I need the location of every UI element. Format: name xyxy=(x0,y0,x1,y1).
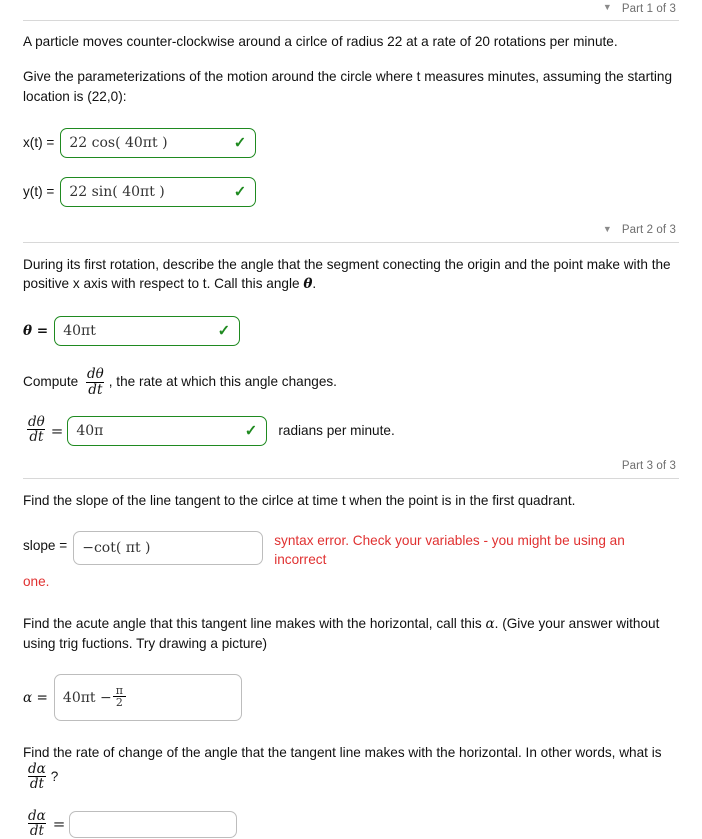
part-1-header[interactable]: ▼ Part 1 of 3 xyxy=(23,0,679,17)
dtheta-answer-row: dθ dt = 40π ✓ radians per minute. xyxy=(23,415,679,446)
theta-field-label: θ = xyxy=(23,323,49,340)
dtheta-dt-fraction: dθ dt xyxy=(26,415,47,444)
compute-prefix: Compute xyxy=(23,374,79,390)
fraction-denominator: dt xyxy=(27,775,46,792)
alpha-prompt: Find the acute angle that this tangent l… xyxy=(23,614,679,654)
fraction-numerator: dθ xyxy=(86,366,104,383)
dalpha-answer-row: dα dt = xyxy=(23,809,679,839)
dalpha-dt-label: dα dt = xyxy=(23,809,67,839)
theta-input-value: 40πt xyxy=(63,323,96,340)
slope-error-message-continued: one. xyxy=(23,574,50,590)
dtheta-dt-fraction-inline: dθ dt xyxy=(85,366,106,398)
alpha-field-label: α = xyxy=(23,689,48,706)
chevron-down-icon[interactable]: ▼ xyxy=(603,224,612,234)
dalpha-input[interactable] xyxy=(69,810,238,838)
part-3-label: Part 3 of 3 xyxy=(621,460,676,473)
part-1-divider xyxy=(23,20,679,21)
problem-intro: A particle moves counter-clockwise aroun… xyxy=(23,34,618,49)
fraction-numerator: dα xyxy=(28,807,46,824)
theta-input[interactable]: 40πt ✓ xyxy=(54,316,241,347)
exercise-page: ▼ Part 1 of 3 A particle moves counter-c… xyxy=(0,0,702,839)
alpha-answer-row: α = 40πt − π 2 xyxy=(23,674,679,722)
chevron-down-icon[interactable]: ▼ xyxy=(603,3,612,12)
x-input[interactable]: 22 cos( 40πt ) ✓ xyxy=(60,127,257,158)
slope-field-label: slope = xyxy=(23,537,68,553)
x-input-value: 22 cos( 40πt ) xyxy=(69,134,168,151)
alpha-prompt-text: Find the acute angle that this tangent l… xyxy=(23,615,482,631)
angle-prompt-period: . xyxy=(312,276,317,292)
alpha-input-value: 40πt − π 2 xyxy=(62,683,127,710)
check-icon: ✓ xyxy=(244,422,258,440)
pi-over-2-fraction: π2 xyxy=(112,683,126,709)
compute-suffix: , the rate at which this angle changes. xyxy=(108,374,337,390)
check-icon: ✓ xyxy=(233,183,247,201)
check-icon: ✓ xyxy=(233,134,247,152)
fraction-denominator: dt xyxy=(27,822,46,839)
fraction-denominator: dt xyxy=(27,429,46,446)
fraction-denominator: 2 xyxy=(112,696,126,709)
slope-answer-row: slope = −cot( πt ) syntax error. Check y… xyxy=(23,530,679,570)
fraction-numerator: dθ xyxy=(28,414,45,431)
dtheta-units-label: radians per minute. xyxy=(278,423,395,439)
angle-prompt: During its first rotation, describe the … xyxy=(23,255,679,295)
parameterization-instruction: Give the parameterizations of the motion… xyxy=(23,69,673,104)
fraction-numerator: π xyxy=(115,683,123,697)
part-2-label: Part 2 of 3 xyxy=(621,224,676,237)
rate-prompt-text: Find the rate of change of the angle tha… xyxy=(23,745,662,761)
y-answer-row: y(t) = 22 sin( 40πt ) ✓ xyxy=(23,176,679,207)
y-input[interactable]: 22 sin( 40πt ) ✓ xyxy=(60,176,257,207)
part-3-divider xyxy=(23,477,679,479)
check-icon: ✓ xyxy=(217,322,231,340)
equals-sign: = xyxy=(52,815,66,834)
compute-rate-prompt: Compute dθ dt , the rate at which this a… xyxy=(23,366,679,398)
dtheta-input[interactable]: 40π ✓ xyxy=(67,415,268,446)
part-3-header[interactable]: Part 3 of 3 xyxy=(23,458,679,475)
slope-input-value: −cot( πt ) xyxy=(82,539,151,556)
alpha-value-main: 40πt − xyxy=(62,689,112,706)
dalpha-dt-fraction: dα dt xyxy=(26,809,48,838)
dalpha-dt-fraction-inline: dα dt xyxy=(26,762,48,791)
x-answer-row: x(t) = 22 cos( 40πt ) ✓ xyxy=(23,127,679,158)
slope-prompt: Find the slope of the line tangent to th… xyxy=(23,492,576,508)
fraction-denominator: dt xyxy=(86,381,105,398)
equals-sign: = xyxy=(50,421,64,440)
y-field-label: y(t) = xyxy=(23,184,55,200)
part-2-divider xyxy=(23,241,679,243)
fraction-numerator: dα xyxy=(28,760,46,777)
x-field-label: x(t) = xyxy=(23,135,55,151)
dtheta-dt-label: dθ dt = xyxy=(23,415,65,445)
alpha-symbol: α xyxy=(485,615,495,632)
theta-answer-row: θ = 40πt ✓ xyxy=(23,316,679,347)
angle-prompt-text: During its first rotation, describe the … xyxy=(23,256,671,292)
part-2-header[interactable]: ▼ Part 2 of 3 xyxy=(23,222,679,239)
part-1-label: Part 1 of 3 xyxy=(621,2,676,15)
rate-of-change-prompt: Find the rate of change of the angle tha… xyxy=(23,743,679,791)
alpha-input[interactable]: 40πt − π 2 xyxy=(53,674,242,722)
dtheta-input-value: 40π xyxy=(76,422,104,439)
y-input-value: 22 sin( 40πt ) xyxy=(69,183,165,200)
slope-error-message: syntax error. Check your variables - you… xyxy=(274,532,625,568)
rate-prompt-question-mark: ? xyxy=(50,768,59,784)
slope-input[interactable]: −cot( πt ) xyxy=(73,530,264,565)
